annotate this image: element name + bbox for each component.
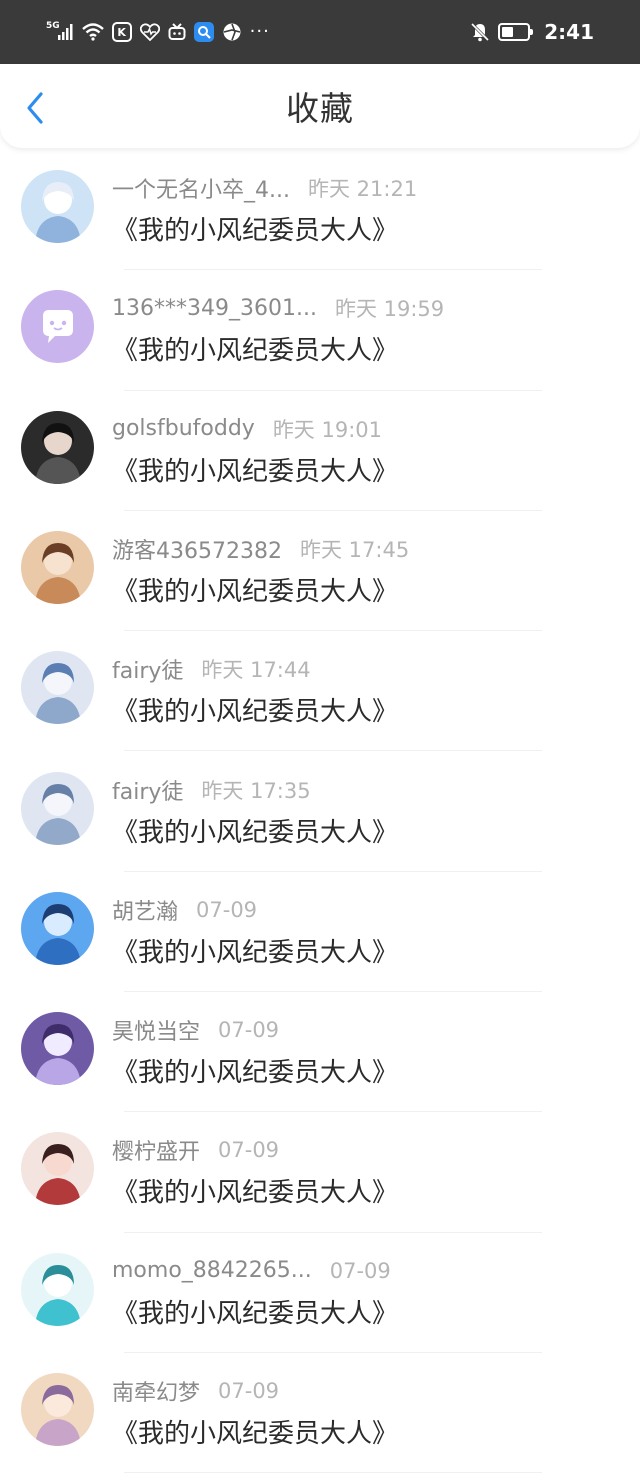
- user-name[interactable]: fairy徒: [112, 774, 183, 806]
- favorite-item[interactable]: 胡艺瀚 07-09 《我的小风纪委员大人》: [0, 872, 640, 993]
- work-title-link[interactable]: 《我的小风纪委员大人》: [112, 1052, 398, 1089]
- avatar[interactable]: [21, 1373, 94, 1446]
- favorite-item[interactable]: 136***349_3601... 昨天 19:59 《我的小风纪委员大人》: [0, 270, 640, 391]
- favorite-item[interactable]: golsfbufoddy 昨天 19:01 《我的小风纪委员大人》: [0, 391, 640, 511]
- avatar[interactable]: [21, 771, 94, 845]
- avatar[interactable]: [21, 290, 94, 364]
- user-name[interactable]: 一个无名小卒_4...: [112, 172, 290, 204]
- work-title-link[interactable]: 《我的小风纪委员大人》: [112, 1172, 398, 1209]
- item-meta: golsfbufoddy 昨天 19:01: [112, 413, 382, 445]
- favorite-time: 昨天 17:44: [201, 658, 311, 683]
- user-name[interactable]: 游客436572382: [112, 533, 282, 565]
- favorite-time: 昨天 17:45: [299, 537, 410, 562]
- work-title-link[interactable]: 《我的小风纪委员大人》: [112, 932, 398, 969]
- chevron-left-icon: [27, 92, 43, 124]
- favorite-time: 昨天 19:01: [272, 417, 383, 442]
- clock: 2:41: [544, 20, 594, 44]
- more-notifications-icon: ···: [249, 21, 270, 42]
- favorite-item[interactable]: 昊悦当空 07-09 《我的小风纪委员大人》: [0, 992, 640, 1113]
- network-type-label: 5G: [46, 20, 60, 31]
- user-name[interactable]: 胡艺瀚: [112, 894, 178, 926]
- favorite-time: 07-09: [218, 1138, 280, 1163]
- user-name[interactable]: momo_8842265...: [112, 1258, 312, 1283]
- favorite-item[interactable]: fairy徒 昨天 17:44 《我的小风纪委员大人》: [0, 631, 640, 752]
- user-name[interactable]: 昊悦当空: [112, 1014, 200, 1046]
- favorite-item[interactable]: 樱柠盛开 07-09 《我的小风纪委员大人》: [0, 1112, 640, 1233]
- work-title-link[interactable]: 《我的小风纪委员大人》: [112, 1293, 398, 1330]
- user-name[interactable]: 南牵幻梦: [112, 1375, 200, 1407]
- favorite-time: 昨天 19:59: [334, 297, 445, 322]
- back-button[interactable]: [20, 90, 50, 126]
- work-title-link[interactable]: 《我的小风纪委员大人》: [112, 451, 398, 488]
- item-meta: 胡艺瀚 07-09: [112, 894, 257, 926]
- item-meta: 南牵幻梦 07-09: [112, 1375, 279, 1407]
- avatar[interactable]: [21, 170, 94, 243]
- user-name[interactable]: 樱柠盛开: [112, 1134, 200, 1166]
- page-title: 收藏: [286, 89, 354, 128]
- nav-header: 收藏: [0, 64, 640, 148]
- browser-icon: [222, 21, 242, 43]
- item-meta: 136***349_3601... 昨天 19:59: [112, 292, 444, 324]
- item-meta: fairy徒 昨天 17:44: [112, 653, 311, 685]
- favorite-item[interactable]: 游客436572382 昨天 17:45 《我的小风纪委员大人》: [0, 511, 640, 632]
- avatar[interactable]: [21, 1252, 94, 1326]
- status-bar-left: 5G K ···: [46, 21, 270, 43]
- battery-icon: [498, 23, 534, 41]
- status-bar: 5G K ··· 2:41: [0, 0, 640, 64]
- battery-level: [502, 27, 514, 37]
- avatar[interactable]: [21, 530, 94, 604]
- avatar[interactable]: [21, 410, 94, 484]
- work-title-link[interactable]: 《我的小风纪委员大人》: [112, 571, 398, 608]
- item-meta: momo_8842265... 07-09: [112, 1255, 391, 1287]
- item-meta: 樱柠盛开 07-09: [112, 1134, 279, 1166]
- favorite-time: 07-09: [218, 1018, 280, 1043]
- item-meta: 游客436572382 昨天 17:45: [112, 533, 409, 565]
- user-name[interactable]: 136***349_3601...: [112, 296, 317, 321]
- work-title-link[interactable]: 《我的小风纪委员大人》: [112, 210, 398, 247]
- search-app-icon: [193, 22, 214, 42]
- app-k-icon: K: [111, 22, 132, 42]
- favorite-item[interactable]: momo_8842265... 07-09 《我的小风纪委员大人》: [0, 1233, 640, 1353]
- avatar[interactable]: [21, 891, 94, 965]
- favorite-item[interactable]: 南牵幻梦 07-09 《我的小风纪委员大人》: [0, 1353, 640, 1473]
- avatar[interactable]: [21, 1132, 94, 1206]
- favorite-item[interactable]: fairy徒 昨天 17:35 《我的小风纪委员大人》: [0, 752, 640, 872]
- heartbeat-icon: [139, 21, 160, 43]
- status-bar-right: 2:41: [470, 20, 594, 44]
- bell-muted-icon: [470, 21, 490, 43]
- work-title-link[interactable]: 《我的小风纪委员大人》: [112, 812, 398, 849]
- item-meta: 昊悦当空 07-09: [112, 1014, 279, 1046]
- tv-icon: [168, 21, 186, 43]
- favorite-time: 07-09: [196, 897, 258, 922]
- favorite-item[interactable]: 一个无名小卒_4... 昨天 21:21 《我的小风纪委员大人》: [0, 150, 640, 271]
- user-name[interactable]: golsfbufoddy: [112, 416, 255, 441]
- favorite-time: 昨天 21:21: [307, 177, 418, 201]
- avatar[interactable]: [21, 651, 94, 725]
- work-title-link[interactable]: 《我的小风纪委员大人》: [112, 1413, 398, 1450]
- favorite-time: 07-09: [218, 1379, 280, 1403]
- item-meta: 一个无名小卒_4... 昨天 21:21: [112, 172, 417, 204]
- wifi-icon: [81, 21, 104, 43]
- cellular-signal-icon: 5G: [46, 21, 74, 43]
- favorite-time: 07-09: [329, 1258, 391, 1283]
- work-title-link[interactable]: 《我的小风纪委员大人》: [112, 691, 398, 728]
- favorite-time: 昨天 17:35: [201, 778, 311, 803]
- work-title-link[interactable]: 《我的小风纪委员大人》: [112, 330, 398, 367]
- avatar[interactable]: [21, 1012, 94, 1086]
- item-meta: fairy徒 昨天 17:35: [112, 774, 311, 806]
- user-name[interactable]: fairy徒: [112, 653, 183, 685]
